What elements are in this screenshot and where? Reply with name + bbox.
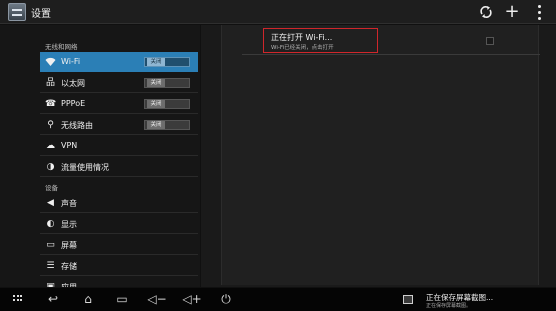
sidebar-item-sound[interactable]: ◀ 声音 — [40, 193, 198, 213]
wifi-detail-pane: 正在打开 Wi-Fi... Wi-Fi已经关闭，点击打开 — [201, 25, 556, 287]
sidebar-item-ethernet[interactable]: 品 以太网 关闭 — [40, 73, 198, 93]
cloud-icon: ☁ — [46, 141, 55, 151]
add-icon[interactable]: + — [501, 2, 523, 22]
power-icon[interactable]: ⏻ — [215, 291, 237, 308]
wifi-toggle[interactable]: 关闭 — [144, 57, 190, 67]
sidebar-item-label: Wi-Fi — [61, 57, 81, 66]
sidebar-item-wifi[interactable]: Wi-Fi 关闭 — [40, 52, 198, 72]
phone-icon: ☎ — [45, 99, 57, 109]
storage-icon: ☰ — [46, 261, 55, 271]
pppoe-toggle[interactable]: 关闭 — [144, 99, 190, 109]
sidebar-item-label: 应用 — [61, 282, 77, 287]
sync-icon[interactable] — [475, 2, 497, 22]
home-icon[interactable]: ⌂ — [77, 291, 99, 308]
wifi-icon — [45, 57, 56, 67]
recent-apps-icon[interactable]: ▭ — [111, 291, 133, 308]
volume-down-icon[interactable]: ◁− — [146, 291, 168, 308]
speaker-icon: ◀ — [47, 198, 54, 208]
sidebar-item-storage[interactable]: ☰ 存储 — [40, 256, 198, 276]
screenshot-icon[interactable] — [403, 295, 413, 304]
sidebar-item-pppoe[interactable]: ☎ PPPoE 关闭 — [40, 94, 198, 114]
toggle-state-label: 关闭 — [147, 100, 165, 108]
sidebar-item-label: 显示 — [61, 220, 77, 229]
display-icon: ◐ — [46, 219, 55, 229]
divider — [242, 54, 540, 55]
apps-icon: ▣ — [46, 282, 55, 287]
data-usage-icon: ◑ — [46, 162, 55, 172]
screen-icon: ▭ — [46, 240, 55, 250]
apps-icon[interactable] — [8, 291, 30, 308]
wifi-status-title: 正在打开 Wi-Fi... — [271, 33, 333, 42]
sidebar-item-label: 无线路由 — [61, 121, 93, 130]
section-header-wireless: 无线和网络 — [45, 43, 78, 51]
sidebar-item-label: 流量使用情况 — [61, 163, 109, 172]
notification-subtitle: 正在保存屏幕截图。 — [426, 303, 472, 309]
sidebar-item-data-usage[interactable]: ◑ 流量使用情况 — [40, 157, 198, 177]
sidebar-item-label: 存储 — [61, 262, 77, 271]
sidebar-item-display[interactable]: ◐ 显示 — [40, 214, 198, 234]
overflow-menu-icon[interactable] — [528, 2, 550, 22]
toggle-state-label: 关闭 — [147, 121, 165, 129]
sidebar-item-label: VPN — [61, 141, 78, 150]
wifi-list-container: 正在打开 Wi-Fi... Wi-Fi已经关闭，点击打开 — [221, 25, 540, 285]
sidebar-item-label: 以太网 — [61, 79, 85, 88]
toggle-state-label: 关闭 — [147, 58, 165, 66]
hotspot-icon: ⚲ — [47, 120, 54, 130]
wifi-status-item[interactable]: 正在打开 Wi-Fi... Wi-Fi已经关闭，点击打开 — [263, 28, 378, 53]
ethernet-toggle[interactable]: 关闭 — [144, 78, 190, 88]
sidebar-item-hotspot[interactable]: ⚲ 无线路由 关闭 — [40, 115, 198, 135]
settings-app-icon[interactable] — [8, 3, 26, 21]
wifi-checkbox[interactable] — [486, 37, 494, 45]
sidebar-item-vpn[interactable]: ☁ VPN — [40, 136, 198, 156]
action-bar: 设置 + — [0, 0, 556, 24]
sidebar-item-apps[interactable]: ▣ 应用 — [40, 277, 198, 287]
sidebar-item-label: PPPoE — [61, 99, 86, 108]
toggle-state-label: 关闭 — [147, 79, 165, 87]
settings-categories-pane: 无线和网络 Wi-Fi 关闭 品 以太网 关闭 ☎ PPPoE 关闭 ⚲ 无线路… — [0, 25, 200, 287]
app-title: 设置 — [31, 9, 51, 20]
volume-up-icon[interactable]: ◁+ — [181, 291, 203, 308]
wifi-status-subtitle: Wi-Fi已经关闭，点击打开 — [271, 45, 334, 51]
sidebar-item-label: 声音 — [61, 199, 77, 208]
back-icon[interactable]: ↩ — [42, 291, 64, 308]
ethernet-icon: 品 — [45, 78, 55, 88]
hotspot-toggle[interactable]: 关闭 — [144, 120, 190, 130]
sidebar-item-label: 屏幕 — [61, 241, 77, 250]
sidebar-item-screen[interactable]: ▭ 屏幕 — [40, 235, 198, 255]
section-header-device: 设备 — [45, 184, 58, 192]
